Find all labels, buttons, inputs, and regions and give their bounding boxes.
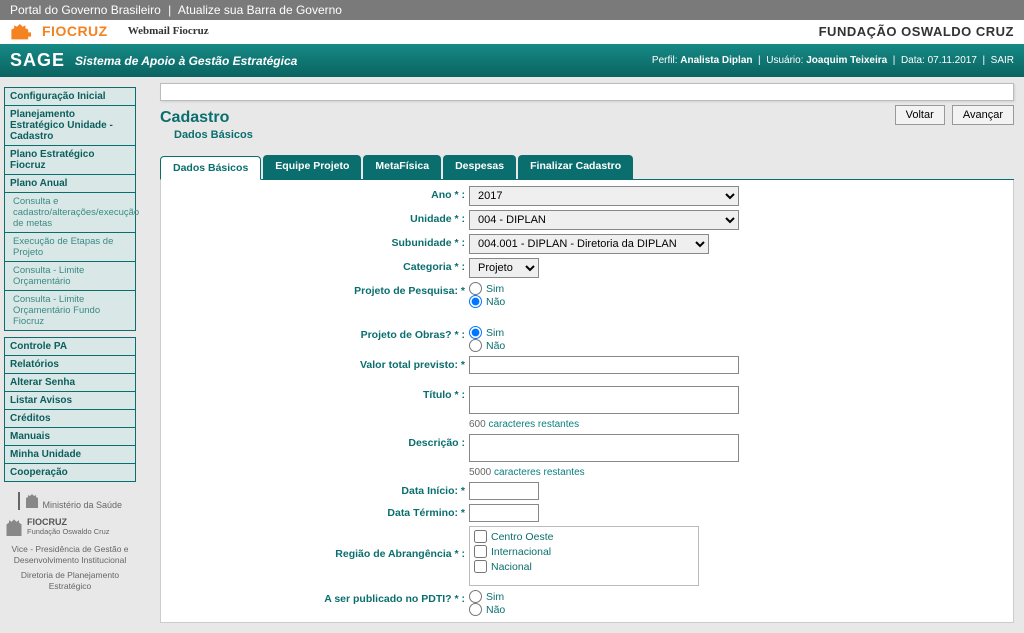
pdti-sim-radio[interactable] bbox=[469, 590, 482, 603]
pesquisa-label: Projeto de Pesquisa: * bbox=[169, 282, 469, 297]
logout-link[interactable]: SAIR bbox=[991, 55, 1014, 66]
obras-sim-radio[interactable] bbox=[469, 326, 482, 339]
sidebar-item[interactable]: Execução de Etapas de Projeto bbox=[4, 233, 136, 262]
empty-panel bbox=[160, 83, 1014, 101]
form-panel: Ano * : 2017 Unidade * : 004 - DIPLAN Su… bbox=[160, 180, 1014, 623]
fiocruz-small-logo: FIOCRUZ Fundação Oswaldo Cruz bbox=[4, 516, 136, 536]
regiao-internacional-check[interactable] bbox=[474, 545, 487, 558]
ano-label: Ano * : bbox=[169, 186, 469, 201]
page-title: Cadastro bbox=[160, 109, 1014, 127]
data-inicio-input[interactable] bbox=[469, 482, 539, 500]
sidebar-item[interactable]: Listar Avisos bbox=[4, 392, 136, 410]
sidebar-item[interactable]: Planejamento Estratégico Unidade - Cadas… bbox=[4, 106, 136, 146]
main-content: Voltar Avançar Cadastro Dados Básicos Da… bbox=[140, 77, 1024, 633]
sidebar-item[interactable]: Alterar Senha bbox=[4, 374, 136, 392]
user-info: Perfil: Analista Diplan | Usuário: Joaqu… bbox=[652, 55, 1014, 66]
sage-logo: SAGE bbox=[10, 50, 65, 71]
sidebar-item[interactable]: Cooperação bbox=[4, 464, 136, 482]
unidade-label: Unidade * : bbox=[169, 210, 469, 225]
data-termino-input[interactable] bbox=[469, 504, 539, 522]
separator: | bbox=[168, 3, 171, 17]
pesquisa-sim-radio[interactable] bbox=[469, 282, 482, 295]
fundacao-cruz: FUNDAÇÃO OSWALDO CRUZ bbox=[819, 24, 1014, 39]
tab-metafisica[interactable]: MetaFísica bbox=[363, 155, 441, 179]
tab-finalizar[interactable]: Finalizar Cadastro bbox=[518, 155, 633, 179]
castle-small-icon bbox=[24, 492, 40, 508]
regiao-listbox[interactable]: Centro Oeste Internacional Nacional bbox=[469, 526, 699, 586]
pesquisa-nao-radio[interactable] bbox=[469, 295, 482, 308]
sidebar-item[interactable]: Consulta - Limite Orçamentário Fundo Fio… bbox=[4, 291, 136, 331]
sidebar-item[interactable]: Créditos bbox=[4, 410, 136, 428]
sidebar: Configuração InicialPlanejamento Estraté… bbox=[0, 77, 140, 596]
tab-dados-basicos[interactable]: Dados Básicos bbox=[160, 156, 261, 180]
ministerio-logo: Ministério da Saúde bbox=[18, 492, 122, 510]
valor-input[interactable] bbox=[469, 356, 739, 374]
obras-nao-radio[interactable] bbox=[469, 339, 482, 352]
sidebar-item[interactable]: Controle PA bbox=[4, 337, 136, 356]
sage-subtitle: Sistema de Apoio à Gestão Estratégica bbox=[75, 54, 297, 68]
ano-select[interactable]: 2017 bbox=[469, 186, 739, 206]
castle-icon bbox=[10, 22, 38, 40]
fiocruz-logo: FIOCRUZ bbox=[10, 22, 108, 40]
unidade-select[interactable]: 004 - DIPLAN bbox=[469, 210, 739, 230]
pdti-label: A ser publicado no PDTI? * : bbox=[169, 590, 469, 605]
vice-text: Vice - Presidência de Gestão e Desenvolv… bbox=[4, 544, 136, 566]
avancar-button[interactable]: Avançar bbox=[952, 105, 1014, 125]
webmail-link[interactable]: Webmail Fiocruz bbox=[128, 25, 209, 37]
sidebar-item[interactable]: Configuração Inicial bbox=[4, 87, 136, 106]
sidebar-item[interactable]: Manuais bbox=[4, 428, 136, 446]
sidebar-item[interactable]: Minha Unidade bbox=[4, 446, 136, 464]
descricao-hint: 5000 caracteres restantes bbox=[469, 467, 1005, 478]
sidebar-item[interactable]: Relatórios bbox=[4, 356, 136, 374]
pdti-nao-radio[interactable] bbox=[469, 603, 482, 616]
sidebar-item[interactable]: Consulta e cadastro/alterações/execução … bbox=[4, 193, 136, 233]
sidebar-footer: Ministério da Saúde FIOCRUZ Fundação Osw… bbox=[4, 492, 136, 592]
descricao-label: Descrição : bbox=[169, 434, 469, 449]
sidebar-item[interactable]: Plano Estratégico Fiocruz bbox=[4, 146, 136, 175]
castle-small-icon bbox=[4, 516, 24, 536]
fiocruz-text: FIOCRUZ bbox=[42, 23, 108, 39]
sage-bar: SAGE Sistema de Apoio à Gestão Estratégi… bbox=[0, 44, 1024, 77]
voltar-button[interactable]: Voltar bbox=[895, 105, 945, 125]
gov-bar: Portal do Governo Brasileiro | Atualize … bbox=[0, 0, 1024, 20]
page-subtitle: Dados Básicos bbox=[174, 129, 1014, 141]
descricao-textarea[interactable] bbox=[469, 434, 739, 462]
categoria-select[interactable]: Projeto bbox=[469, 258, 539, 278]
categoria-label: Categoria * : bbox=[169, 258, 469, 273]
gov-atualize-link[interactable]: Atualize sua Barra de Governo bbox=[178, 3, 342, 17]
titulo-label: Título * : bbox=[169, 386, 469, 401]
subunidade-select[interactable]: 004.001 - DIPLAN - Diretoria da DIPLAN bbox=[469, 234, 709, 254]
diretoria-text: Diretoria de Planejamento Estratégico bbox=[4, 570, 136, 592]
titulo-textarea[interactable] bbox=[469, 386, 739, 414]
regiao-label: Região de Abrangência * : bbox=[169, 526, 469, 560]
tabs: Dados Básicos Equipe Projeto MetaFísica … bbox=[160, 155, 1014, 180]
tab-despesas[interactable]: Despesas bbox=[443, 155, 516, 179]
subunidade-label: Subunidade * : bbox=[169, 234, 469, 249]
sidebar-item[interactable]: Plano Anual bbox=[4, 175, 136, 193]
top-header: FIOCRUZ Webmail Fiocruz FUNDAÇÃO OSWALDO… bbox=[0, 20, 1024, 44]
data-inicio-label: Data Início: * bbox=[169, 482, 469, 497]
titulo-hint: 600 caracteres restantes bbox=[469, 419, 1005, 430]
tab-equipe-projeto[interactable]: Equipe Projeto bbox=[263, 155, 361, 179]
regiao-centro-oeste-check[interactable] bbox=[474, 530, 487, 543]
regiao-nacional-check[interactable] bbox=[474, 560, 487, 573]
valor-label: Valor total previsto: * bbox=[169, 356, 469, 371]
sidebar-item[interactable]: Consulta - Limite Orçamentário bbox=[4, 262, 136, 291]
data-termino-label: Data Término: * bbox=[169, 504, 469, 519]
obras-label: Projeto de Obras? * : bbox=[169, 326, 469, 341]
gov-portal-link[interactable]: Portal do Governo Brasileiro bbox=[10, 3, 161, 17]
